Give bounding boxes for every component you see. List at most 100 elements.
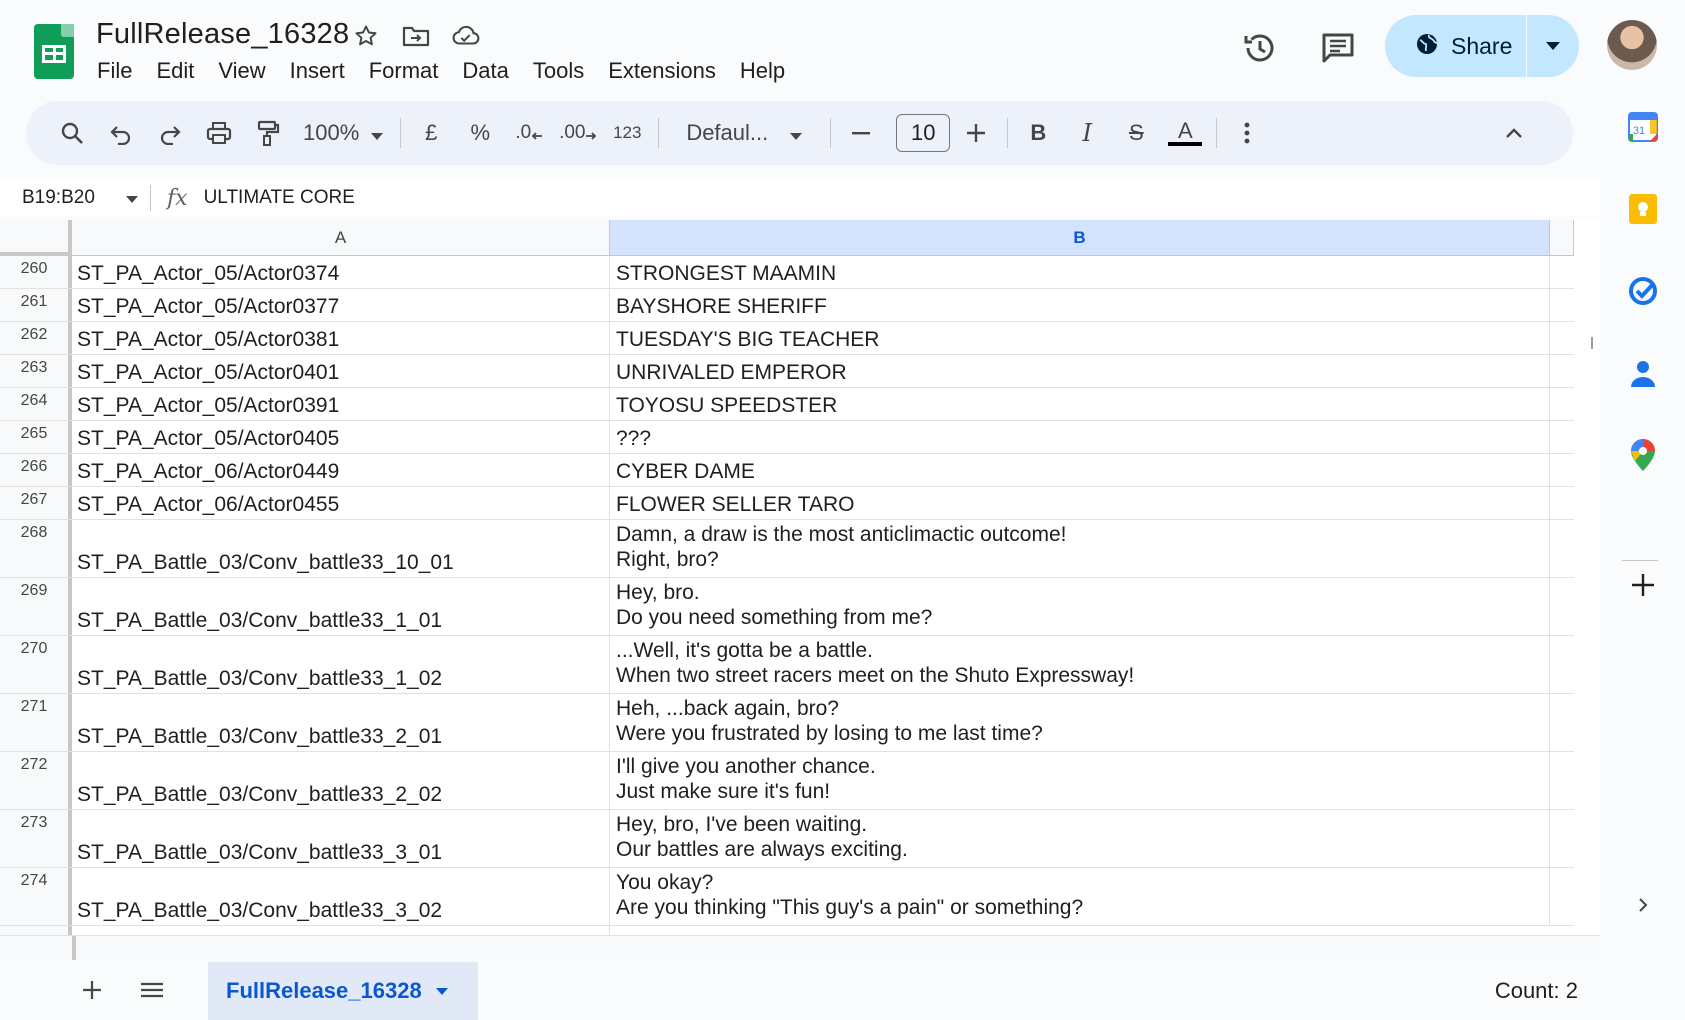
cell-c[interactable] [1550, 694, 1574, 751]
cell-c[interactable] [1550, 520, 1574, 577]
cell-b[interactable]: STRONGEST MAAMIN [610, 256, 1550, 288]
cell-c[interactable] [1550, 256, 1574, 288]
horizontal-scrollbar[interactable] [0, 935, 1600, 960]
star-icon[interactable] [352, 22, 380, 50]
sheets-logo-icon[interactable] [34, 24, 74, 79]
row-header[interactable]: 267 [0, 487, 72, 519]
cell-b[interactable]: Heh, ...back again, bro? Were you frustra… [610, 694, 1550, 751]
cell-b[interactable]: FLOWER SELLER TARO [610, 487, 1550, 519]
percent-format-button[interactable]: % [460, 113, 500, 153]
currency-format-button[interactable]: £ [411, 113, 451, 153]
menu-data[interactable]: Data [450, 56, 520, 86]
redo-icon[interactable] [150, 113, 190, 153]
cell-a[interactable]: ST_PA_Actor_05/Actor0391 [72, 388, 610, 420]
calendar-icon[interactable]: 31 [1628, 112, 1658, 142]
row-header[interactable]: 271 [0, 694, 72, 751]
cell-a[interactable]: ST_PA_Battle_03/Conv_battle33_3_01 [72, 810, 610, 867]
version-history-icon[interactable] [1240, 28, 1280, 68]
menu-insert[interactable]: Insert [278, 56, 357, 86]
cell-c[interactable] [1550, 636, 1574, 693]
cell-a[interactable]: ST_PA_Battle_03/Conv_battle33_2_02 [72, 752, 610, 809]
more-vert-icon[interactable] [1227, 113, 1267, 153]
cell-a[interactable]: ST_PA_Actor_05/Actor0381 [72, 322, 610, 354]
cell-b[interactable]: CYBER DAME [610, 454, 1550, 486]
add-sheet-icon[interactable] [72, 970, 112, 1010]
row-header[interactable]: 263 [0, 355, 72, 387]
menu-file[interactable]: File [97, 56, 144, 86]
italic-button[interactable]: I [1067, 113, 1107, 153]
menu-view[interactable]: View [206, 56, 277, 86]
share-main[interactable]: Share [1385, 15, 1527, 77]
menu-edit[interactable]: Edit [144, 56, 206, 86]
share-button[interactable]: Share [1385, 15, 1579, 77]
cell-a[interactable]: ST_PA_Actor_06/Actor0455 [72, 487, 610, 519]
menu-help[interactable]: Help [728, 56, 797, 86]
maps-icon[interactable] [1628, 439, 1658, 471]
cell-c[interactable] [1550, 487, 1574, 519]
column-header-c[interactable] [1550, 220, 1574, 256]
cell-a[interactable]: ST_PA_Battle_03/Conv_battle33_1_02 [72, 636, 610, 693]
cell-c[interactable] [1550, 810, 1574, 867]
formula-input[interactable]: ULTIMATE CORE [204, 187, 355, 209]
increase-font-size-icon[interactable] [956, 113, 996, 153]
increase-decimal-button[interactable]: .00 [558, 113, 598, 153]
row-header[interactable]: 273 [0, 810, 72, 867]
row-header[interactable]: 266 [0, 454, 72, 486]
cell-b[interactable]: ??? [610, 421, 1550, 453]
cell-b[interactable]: Hey, bro, I've been waiting. Our battles … [610, 810, 1550, 867]
cell-a[interactable]: ST_PA_Actor_06/Actor0449 [72, 454, 610, 486]
font-size-input[interactable]: 10 [896, 114, 951, 152]
avatar[interactable] [1607, 20, 1657, 70]
cell-c[interactable] [1550, 578, 1574, 635]
cell-c[interactable] [1550, 868, 1574, 925]
comments-icon[interactable] [1318, 28, 1358, 68]
cell-c[interactable] [1550, 752, 1574, 809]
bold-button[interactable]: B [1018, 113, 1058, 153]
cell-a[interactable]: ST_PA_Actor_05/Actor0377 [72, 289, 610, 321]
cell-b[interactable]: Damn, a draw is the most anticlimactic o… [610, 520, 1550, 577]
cell-b[interactable]: ...Well, it's gotta be a battle. When two… [610, 636, 1550, 693]
document-title[interactable]: FullRelease_16328 [96, 18, 349, 51]
print-icon[interactable] [199, 113, 239, 153]
decrease-font-size-icon[interactable] [841, 113, 881, 153]
get-addons-icon[interactable] [1628, 570, 1658, 600]
more-formats-button[interactable]: 123 [607, 113, 647, 153]
row-header[interactable]: 268 [0, 520, 72, 577]
menu-tools[interactable]: Tools [521, 56, 596, 86]
expand-panel-icon[interactable] [1628, 890, 1658, 920]
cell-b[interactable]: TUESDAY'S BIG TEACHER [610, 322, 1550, 354]
cell-a[interactable]: ST_PA_Battle_03/Conv_battle33_3_02 [72, 868, 610, 925]
row-header[interactable]: 264 [0, 388, 72, 420]
row-header[interactable]: 274 [0, 868, 72, 925]
cell-a[interactable]: ST_PA_Actor_05/Actor0405 [72, 421, 610, 453]
cell-c[interactable] [1550, 388, 1574, 420]
column-header-b[interactable]: B [610, 220, 1550, 256]
strikethrough-button[interactable]: S [1116, 113, 1156, 153]
decrease-decimal-button[interactable]: .0 [509, 113, 549, 153]
cell-c[interactable] [1550, 454, 1574, 486]
cell-a[interactable]: ST_PA_Actor_05/Actor0374 [72, 256, 610, 288]
row-header[interactable]: 269 [0, 578, 72, 635]
cell-a[interactable]: ST_PA_Battle_03/Conv_battle33_10_01 [72, 520, 610, 577]
cell-b[interactable]: Hey, bro. Do you need something from me? [610, 578, 1550, 635]
cell-c[interactable] [1550, 421, 1574, 453]
zoom-select[interactable]: 100% [297, 113, 389, 153]
row-header[interactable]: 262 [0, 322, 72, 354]
cell-b[interactable]: UNRIVALED EMPEROR [610, 355, 1550, 387]
search-menus-icon[interactable] [52, 113, 92, 153]
keep-icon[interactable] [1628, 194, 1658, 224]
cell-b[interactable]: I'll give you another chance. Just make s… [610, 752, 1550, 809]
cell-a[interactable]: ST_PA_Battle_03/Conv_battle33_2_01 [72, 694, 610, 751]
row-header[interactable]: 265 [0, 421, 72, 453]
contacts-icon[interactable] [1628, 358, 1658, 388]
menu-format[interactable]: Format [357, 56, 451, 86]
cell-a[interactable]: ST_PA_Battle_03/Conv_battle33_1_01 [72, 578, 610, 635]
cell-b[interactable]: BAYSHORE SHERIFF [610, 289, 1550, 321]
all-sheets-icon[interactable] [132, 970, 172, 1010]
select-all-corner[interactable] [0, 220, 72, 256]
share-dropdown-button[interactable] [1527, 37, 1579, 55]
move-folder-icon[interactable] [402, 22, 430, 50]
tasks-icon[interactable] [1628, 276, 1658, 306]
collapse-menus-icon[interactable] [1494, 113, 1534, 153]
menu-extensions[interactable]: Extensions [596, 56, 728, 86]
